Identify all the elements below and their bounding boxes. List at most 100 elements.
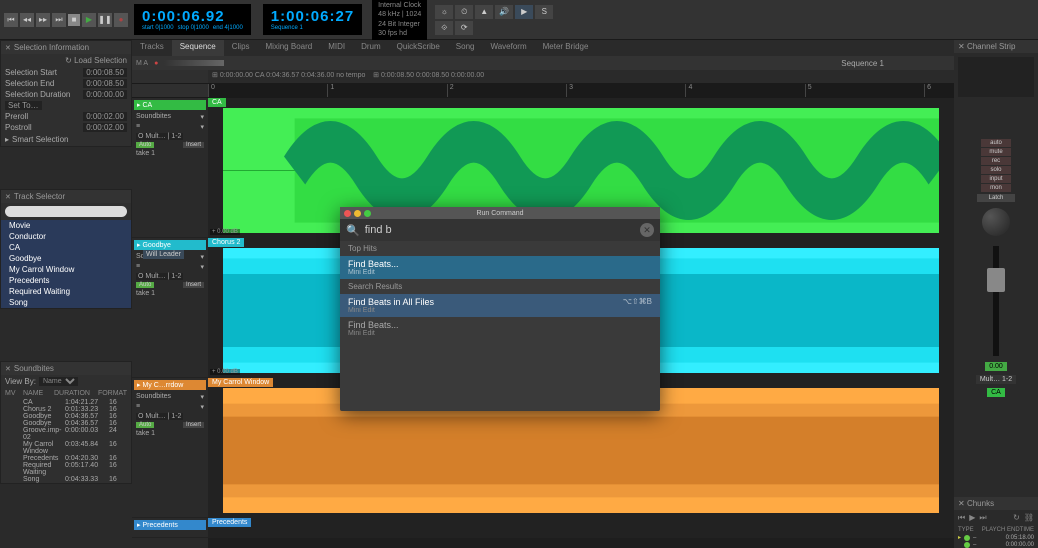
record-arm-icon[interactable]: ● (154, 60, 158, 67)
track-item-ca[interactable]: CA (1, 242, 131, 253)
pause-button[interactable]: ❚❚ (98, 13, 112, 27)
insert-btn[interactable]: Insert (183, 422, 204, 428)
cs-mon[interactable]: mon (981, 184, 1011, 192)
tool-1[interactable]: ☼ (435, 5, 453, 19)
tab-quickscribe[interactable]: QuickScribe (389, 40, 448, 56)
tool-tuner-icon[interactable]: ▲ (475, 5, 493, 19)
track-goodbye-header[interactable]: ▸ Goodbye (134, 240, 206, 250)
tab-drum[interactable]: Drum (353, 40, 389, 56)
soundbite-row[interactable]: Required Waiting0:05:17.4016 (1, 462, 131, 476)
track-prec-header[interactable]: ▸ Precedents (134, 520, 206, 530)
cs-latch[interactable]: Latch (977, 194, 1015, 202)
track-myc-header[interactable]: ▸ My C…rrdow (134, 380, 206, 390)
smart-selection-toggle[interactable]: ▸ Smart Selection (1, 133, 131, 146)
view-by-select[interactable]: Name (39, 377, 78, 386)
record-button[interactable]: ● (114, 13, 128, 27)
soundbite-row[interactable]: Precedents0:04:20.3016 (1, 455, 131, 462)
window-min-icon[interactable] (354, 210, 361, 217)
cs-input[interactable]: input (981, 175, 1011, 183)
tool-cycle-icon[interactable]: ⟳ (455, 21, 473, 35)
output-label[interactable]: Mult… 1-2 (976, 375, 1016, 384)
track-ca-header[interactable]: ▸ CA (134, 100, 206, 110)
loop-chunk-icon[interactable]: ↻ (1013, 513, 1020, 523)
fader-track[interactable] (993, 246, 999, 356)
set-to-dropdown[interactable]: Set To… (5, 101, 42, 110)
tool-link-icon[interactable]: ⟐ (435, 21, 453, 35)
window-close-icon[interactable] (344, 210, 351, 217)
cs-auto[interactable]: auto (981, 139, 1011, 147)
chunk-row-1[interactable]: ▸–0:05:18.00 (954, 534, 1038, 541)
chunk-row-2[interactable]: ▸–0:00:00.00 (954, 541, 1038, 548)
cmd-item-find-beats-top[interactable]: Find Beats... Mini Edit (340, 256, 660, 279)
rewind-button[interactable]: ⏮ (4, 13, 18, 27)
soundbite-row[interactable]: CA1:04:21.2716 (1, 399, 131, 406)
tab-sequence[interactable]: Sequence (172, 40, 224, 56)
dialog-title-bar[interactable]: Run Command (340, 207, 660, 219)
stop-button[interactable]: ■ (68, 14, 80, 26)
tab-waveform[interactable]: Waveform (482, 40, 534, 56)
postroll-val[interactable]: 0:00:02.00 (83, 123, 127, 132)
tab-tracks[interactable]: Tracks (132, 40, 172, 56)
cs-mute[interactable]: mute (981, 148, 1011, 156)
clear-search-icon[interactable]: ✕ (640, 223, 654, 237)
track-item-movie[interactable]: Movie (1, 220, 131, 231)
cmd-item-find-beats[interactable]: Find Beats... Mini Edit (340, 317, 660, 340)
insert-btn[interactable]: Insert (183, 282, 204, 288)
tool-solo-icon[interactable]: S (535, 5, 553, 19)
close-icon[interactable]: ✕ (5, 365, 11, 373)
soundbite-row[interactable]: Groove.imp-020:00:00.0324 (1, 427, 131, 441)
tab-clips[interactable]: Clips (224, 40, 258, 56)
tab-mixing-board[interactable]: Mixing Board (258, 40, 321, 56)
fader-thumb[interactable] (987, 268, 1005, 292)
load-selection-btn[interactable]: ↻ Load Selection (1, 54, 131, 67)
time-ruler[interactable]: 0 1 2 3 4 5 6 (132, 84, 954, 98)
soundbite-row[interactable]: My Carrol Window0:03:45.8416 (1, 441, 131, 455)
preroll-val[interactable]: 0:00:02.00 (83, 112, 127, 121)
chain-chunk-icon[interactable]: ⛓ (1024, 513, 1034, 523)
command-search-input[interactable] (365, 224, 635, 236)
cs-solo[interactable]: solo (981, 166, 1011, 174)
soundbite-row[interactable]: Song0:04:33.3316 (1, 476, 131, 483)
sequence-title[interactable]: Sequence 1 (841, 59, 884, 68)
auto-btn[interactable]: Auto (136, 422, 154, 428)
tool-speaker-icon[interactable]: 🔊 (495, 5, 513, 19)
soundbite-row[interactable]: Goodbye0:04:36.5716 (1, 413, 131, 420)
pan-knob[interactable] (982, 208, 1010, 236)
selection-dur-val[interactable]: 0:00:00.00 (83, 90, 127, 99)
clip-lane-precedents[interactable]: Precedents (208, 518, 954, 538)
fader-value[interactable]: 0.00 (985, 362, 1007, 371)
selection-start-val[interactable]: 0:00:08.50 (83, 68, 127, 77)
auto-btn[interactable]: Auto (136, 282, 154, 288)
cs-eq-slot[interactable] (958, 57, 1034, 97)
play-chunk-icon[interactable]: ▶ (969, 513, 975, 523)
tool-pointer-icon[interactable]: ▶ (515, 5, 533, 19)
next-chunk-icon[interactable]: ⏭ (979, 513, 986, 523)
cmd-item-find-beats-all[interactable]: Find Beats in All Files Mini Edit ⌥⇧⌘B (340, 294, 660, 317)
track-item-my-carrol-window[interactable]: My Carrol Window (1, 264, 131, 275)
auto-btn[interactable]: Auto (136, 142, 154, 148)
soundbite-row[interactable]: Goodbye0:04:36.5716 (1, 420, 131, 427)
tab-meter-bridge[interactable]: Meter Bridge (535, 40, 597, 56)
close-icon[interactable]: ✕ (5, 44, 11, 52)
fwd-button[interactable]: ▸▸ (36, 13, 50, 27)
track-item-song[interactable]: Song (1, 297, 131, 308)
tool-metronome-icon[interactable]: ⏲ (455, 5, 473, 19)
play-button[interactable]: ▶ (82, 13, 96, 27)
close-icon[interactable]: ✕ (5, 193, 11, 201)
tab-song[interactable]: Song (448, 40, 483, 56)
track-item-goodbye[interactable]: Goodbye (1, 253, 131, 264)
track-item-precedents[interactable]: Precedents (1, 275, 131, 286)
insert-btn[interactable]: Insert (183, 142, 204, 148)
window-max-icon[interactable] (364, 210, 371, 217)
selection-end-val[interactable]: 0:00:08.50 (83, 79, 127, 88)
tab-midi[interactable]: MIDI (320, 40, 353, 56)
zoom-slider[interactable] (164, 60, 224, 66)
end-button[interactable]: ⏭ (52, 13, 66, 27)
back-button[interactable]: ◂◂ (20, 13, 34, 27)
track-search-input[interactable] (5, 206, 127, 217)
cs-rec[interactable]: rec (981, 157, 1011, 165)
track-item-conductor[interactable]: Conductor (1, 231, 131, 242)
track-item-required-waiting[interactable]: Required Waiting (1, 286, 131, 297)
soundbite-row[interactable]: Chorus 20:01:33.2316 (1, 406, 131, 413)
prev-chunk-icon[interactable]: ⏮ (958, 513, 965, 523)
